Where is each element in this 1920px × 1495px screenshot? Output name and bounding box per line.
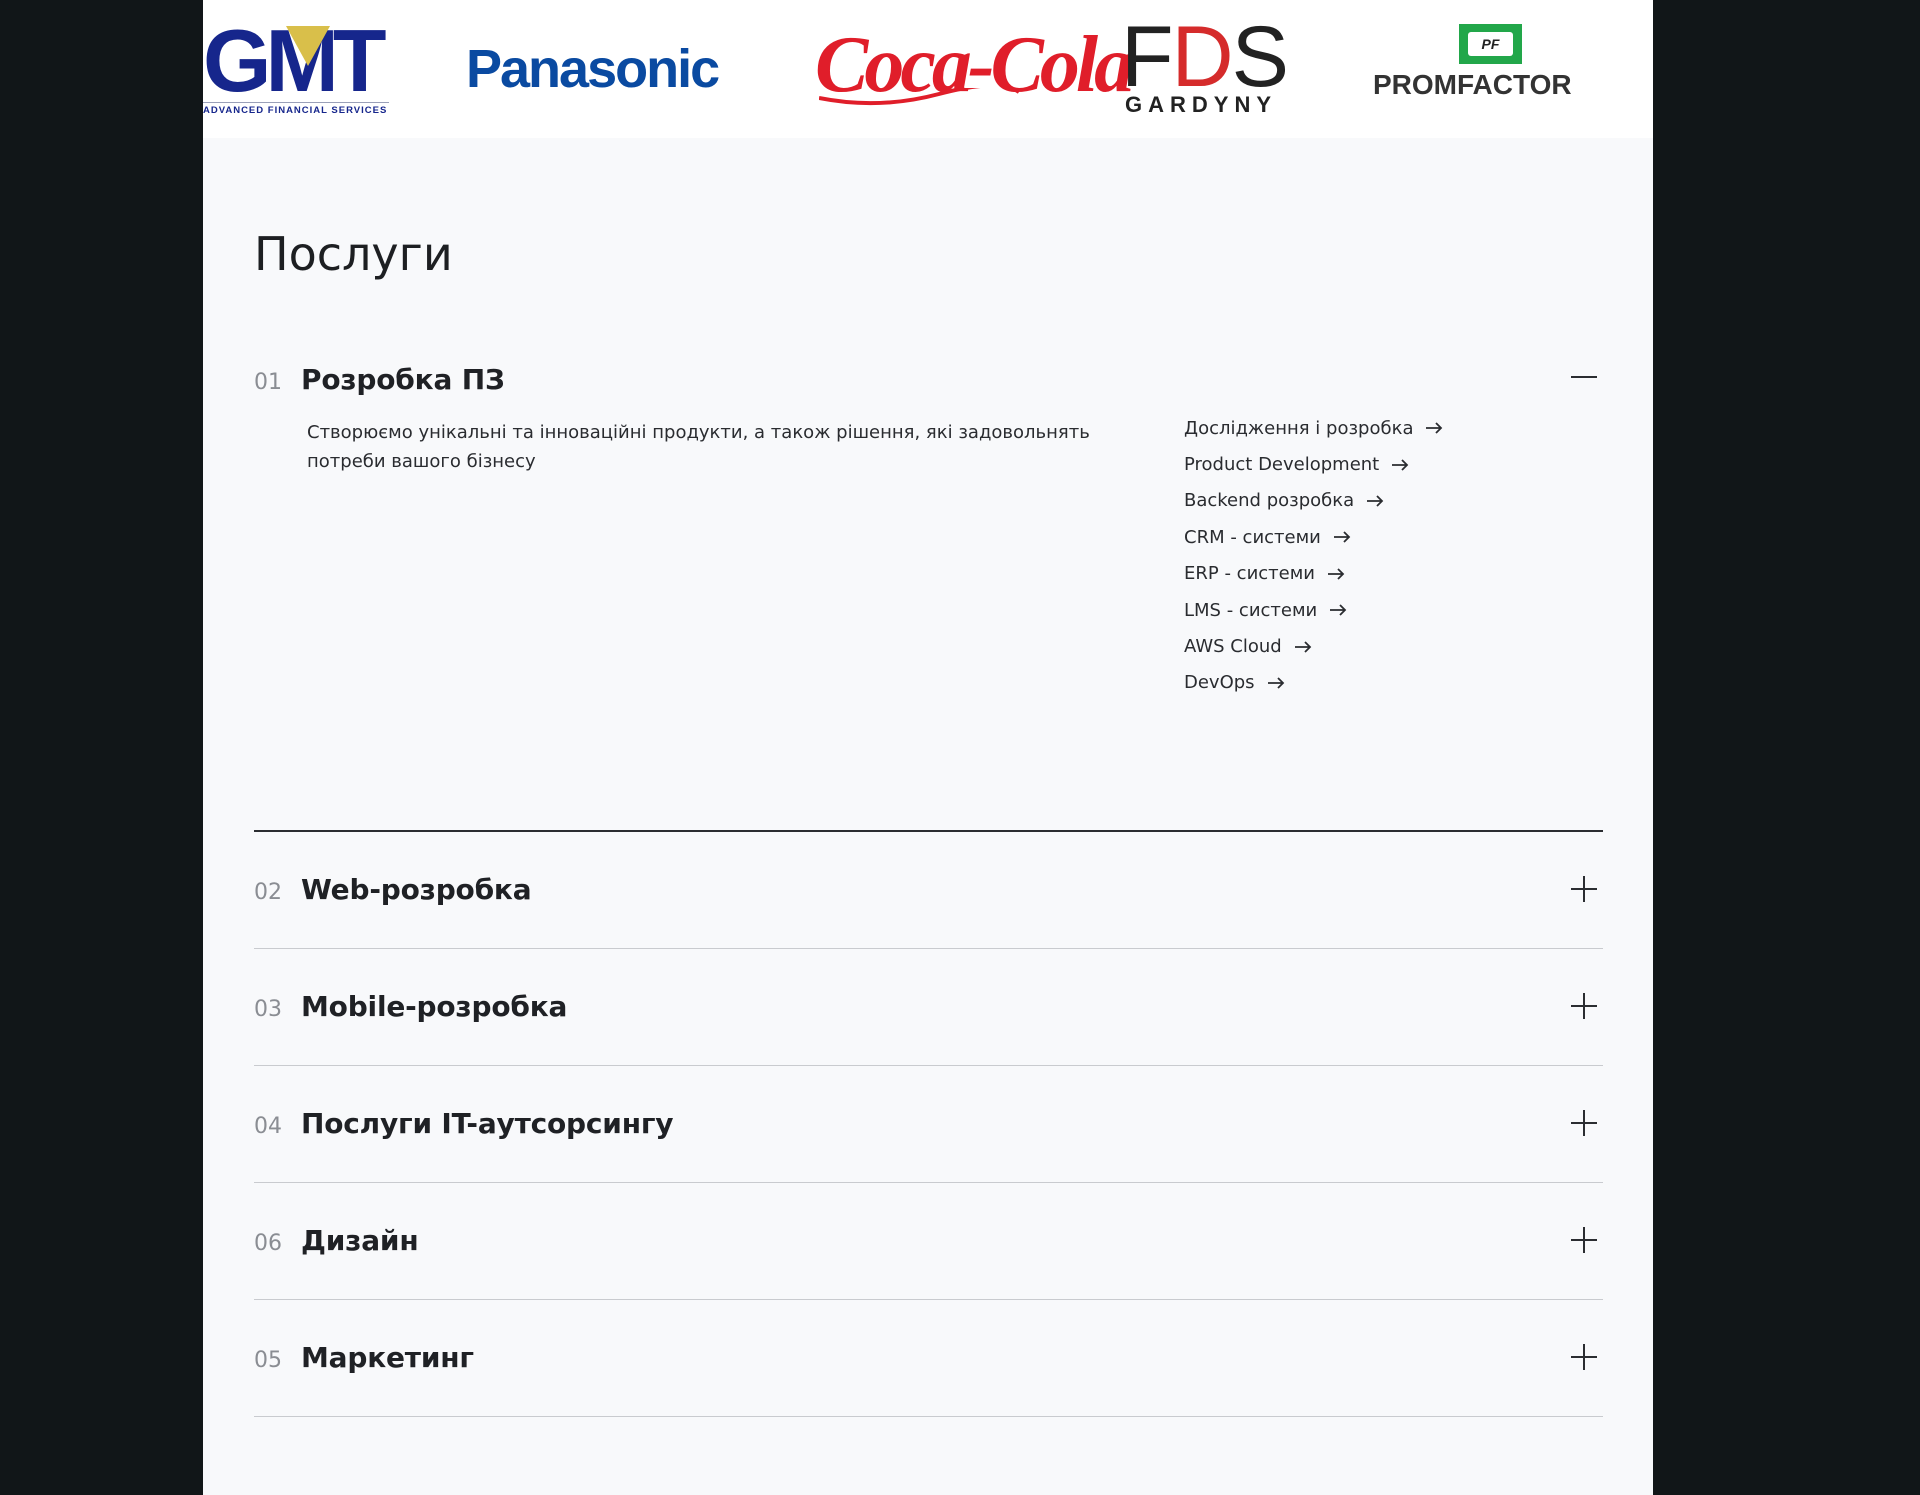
minus-icon[interactable]	[1571, 364, 1597, 390]
services-accordion: 01 Розробка ПЗ Створюємо унікальні та ін…	[254, 344, 1603, 1417]
service-header-marketing[interactable]: 05 Маркетинг	[254, 1300, 1603, 1416]
promfactor-logo-mark: PROMFACTOR	[1373, 69, 1572, 100]
arrow-right-icon	[1391, 458, 1409, 471]
service-item-marketing: 05 Маркетинг	[254, 1300, 1603, 1417]
service-link-label: AWS Cloud	[1184, 636, 1282, 658]
arrow-right-icon	[1327, 568, 1345, 580]
service-link-label: Backend розробка	[1184, 490, 1355, 512]
panasonic-logo: Panasonic	[466, 39, 720, 99]
gmt-logo-tagline: ADVANCED FINANCIAL SERVICES	[203, 102, 389, 116]
service-header-web-development[interactable]: 02 Web-розробка	[254, 832, 1603, 948]
services-title: Послуги	[254, 227, 453, 281]
service-number: 02	[254, 880, 282, 905]
service-header-design[interactable]: 06 Дизайн	[254, 1183, 1603, 1299]
service-title: Послуги IT-аутсорсингу	[301, 1107, 674, 1140]
service-number: 01	[254, 370, 282, 395]
service-number: 03	[254, 997, 282, 1022]
arrow-right-icon	[1333, 531, 1351, 543]
service-header-mobile-development[interactable]: 03 Mobile-розробка	[254, 949, 1603, 1065]
service-link-label: CRM - системи	[1184, 526, 1321, 548]
gmt-logo-triangle	[286, 26, 330, 66]
service-link-label: ERP - системи	[1184, 563, 1316, 585]
service-item-design: 06 Дизайн	[254, 1183, 1603, 1300]
arrow-right-icon	[1366, 495, 1384, 507]
service-item-web-development: 02 Web-розробка	[254, 832, 1603, 949]
service-title: Web-розробка	[301, 873, 532, 906]
arrow-right-icon	[1267, 677, 1285, 689]
service-title: Маркетинг	[301, 1341, 474, 1374]
service-header-it-outsourcing[interactable]: 04 Послуги IT-аутсорсингу	[254, 1066, 1603, 1182]
service-number: 05	[254, 1348, 282, 1373]
promfactor-logo: PF PROMFACTOR	[1373, 24, 1603, 104]
plus-icon[interactable]	[1571, 1227, 1597, 1253]
client-logos: GMT ADVANCED FINANCIAL SERVICES Panasoni…	[203, 0, 1653, 138]
plus-icon[interactable]	[1571, 1344, 1597, 1370]
service-link-label: DevOps	[1184, 672, 1255, 694]
page: GMT ADVANCED FINANCIAL SERVICES Panasoni…	[203, 0, 1653, 1495]
service-item-it-outsourcing: 04 Послуги IT-аутсорсингу	[254, 1066, 1603, 1183]
service-description: Створюємо унікальні та інноваційні проду…	[307, 422, 1090, 472]
service-links: Дослідження і розробка Product Developme…	[1184, 416, 1443, 707]
fds-logo-mark-d: D	[1171, 9, 1234, 105]
service-number: 04	[254, 1114, 282, 1139]
fds-logo-tagline: GARDYNY	[1125, 92, 1278, 117]
fds-logo-mark-s: S	[1231, 9, 1289, 105]
plus-icon[interactable]	[1571, 1110, 1597, 1136]
plus-icon[interactable]	[1571, 993, 1597, 1019]
promfactor-badge-text: PF	[1468, 32, 1513, 56]
promfactor-badge: PF	[1459, 24, 1522, 64]
cocacola-logo: Coca-Cola	[815, 22, 1134, 108]
service-link-label: Дослідження і розробка	[1184, 417, 1414, 439]
service-link-label: LMS - системи	[1184, 599, 1318, 621]
service-number: 06	[254, 1231, 282, 1256]
arrow-right-icon	[1294, 640, 1312, 653]
service-title: Дизайн	[301, 1224, 419, 1257]
service-item-software-development: 01 Розробка ПЗ Створюємо унікальні та ін…	[254, 344, 1603, 832]
service-item-mobile-development: 03 Mobile-розробка	[254, 949, 1603, 1066]
service-link-devops[interactable]: DevOps	[1184, 659, 1443, 707]
service-title: Розробка ПЗ	[301, 363, 505, 396]
fds-logo-mark: FDS	[1121, 14, 1289, 100]
arrow-right-icon	[1425, 422, 1443, 434]
fds-logo: FDS GARDYNY	[1121, 14, 1289, 118]
arrow-right-icon	[1329, 604, 1347, 616]
gmt-logo: GMT ADVANCED FINANCIAL SERVICES	[203, 17, 389, 116]
service-title: Mobile-розробка	[301, 990, 568, 1023]
plus-icon[interactable]	[1571, 876, 1597, 902]
service-link-label: Product Development	[1184, 454, 1380, 476]
cocacola-wave-icon	[819, 88, 1019, 106]
service-body-software-development: Створюємо унікальні та інноваційні проду…	[254, 416, 1603, 830]
fds-logo-mark-f: F	[1121, 9, 1174, 105]
